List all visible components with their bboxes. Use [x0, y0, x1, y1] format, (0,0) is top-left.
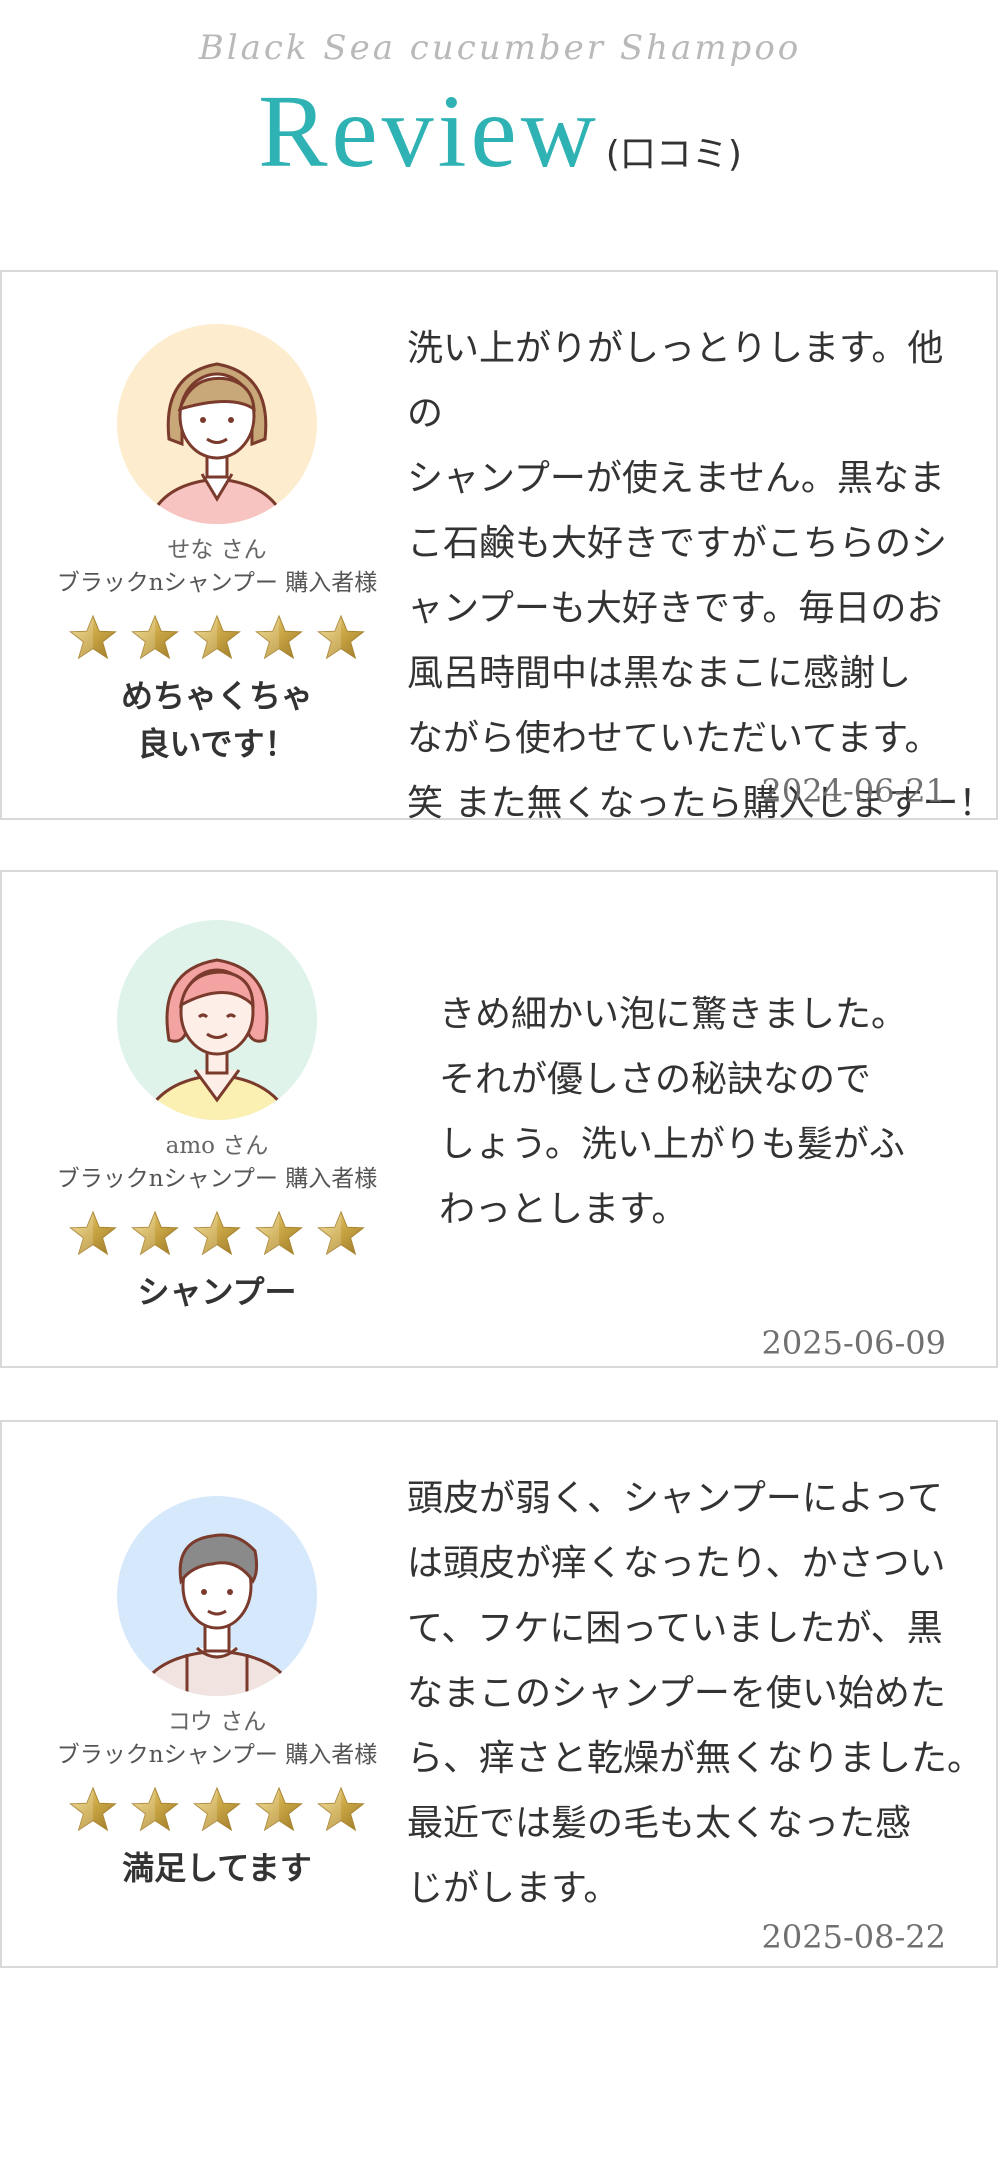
review-text-line: きめ細かい泡に驚きました。: [439, 994, 908, 1035]
page-header: Black Sea cucumber Shampoo Review (口コミ): [0, 0, 1000, 230]
page-title: Review: [258, 74, 600, 189]
star-icon: [193, 1786, 241, 1834]
reviewer-info: amo さん ブラックnシャンプー 購入者様 シャンプー: [42, 920, 392, 1316]
review-text-line: 風呂時間中は黒なまこに感謝し: [407, 653, 912, 694]
star-icon: [317, 1786, 365, 1834]
review-text-line: ながら使わせていただいてます。: [407, 718, 941, 759]
review-text: きめ細かい泡に驚きました。 それが優しさの秘訣なので しょう。洗い上がりも髪がふ…: [439, 982, 979, 1242]
star-icon: [317, 614, 365, 662]
review-date: 2025-08-22: [761, 1918, 947, 1956]
star-icon: [131, 614, 179, 662]
review-text-line: ら、痒さと乾燥が無くなりました。: [407, 1738, 984, 1779]
title-row: Review (口コミ): [0, 72, 1000, 191]
review-text-line: じがします。: [407, 1868, 620, 1909]
buyer-label: ブラックnシャンプー 購入者様: [56, 1742, 378, 1768]
review-text-line: て、フケに困っていましたが、黒: [407, 1608, 943, 1649]
review-card: コウ さん ブラックnシャンプー 購入者様 満足してます 頭皮が弱く、シャンプー…: [0, 1420, 998, 1968]
star-icon: [69, 1786, 117, 1834]
star-icon: [131, 1786, 179, 1834]
review-headline: 満足してます: [42, 1844, 392, 1892]
review-text-line: シャンプーが使えません。黒なま: [407, 458, 945, 499]
review-text-line: 頭皮が弱く、シャンプーによって: [407, 1478, 944, 1519]
review-text-line: なまこのシャンプーを使い始めた: [407, 1673, 946, 1714]
product-subtitle: Black Sea cucumber Shampoo: [198, 28, 802, 68]
page-title-sub: (口コミ): [605, 134, 742, 175]
woman-blonde-hair-avatar-icon: [117, 324, 317, 524]
review-date: 2025-06-09: [761, 1324, 947, 1362]
review-headline: めちゃくちゃ 良いです！: [42, 672, 392, 768]
buyer-label: ブラックnシャンプー 購入者様: [56, 1166, 378, 1192]
woman-pink-hair-avatar-icon: [117, 920, 317, 1120]
review-text-line: 最近では髪の毛も太くなった感: [407, 1803, 912, 1844]
buyer-label: ブラックnシャンプー 購入者様: [56, 570, 378, 596]
review-text-line: それが優しさの秘訣なので: [439, 1059, 872, 1100]
reviewer-info: せな さん ブラックnシャンプー 購入者様 めちゃくちゃ 良いです！: [42, 324, 392, 768]
review-text-line: は頭皮が痒くなったり、かさつい: [407, 1543, 946, 1584]
review-text-line: 洗い上がりがしっとりします。他の: [407, 328, 944, 434]
star-icon: [193, 614, 241, 662]
star-icon: [69, 614, 117, 662]
star-rating: [42, 614, 392, 662]
review-text-line: わっとします。: [439, 1189, 688, 1230]
star-icon: [255, 1210, 303, 1258]
review-headline-line: めちゃくちゃ: [120, 677, 313, 715]
review-headline: シャンプー: [42, 1268, 392, 1316]
review-headline-line: シャンプー: [137, 1273, 297, 1311]
reviewer-info: コウ さん ブラックnシャンプー 購入者様 満足してます: [42, 1496, 392, 1892]
review-text-line: しょう。洗い上がりも髪がふ: [439, 1124, 905, 1165]
star-icon: [317, 1210, 365, 1258]
review-text-line: ャンプーも大好きです。毎日のお: [407, 588, 943, 629]
review-text-line: こ石鹸も大好きですがこちらのシ: [407, 523, 948, 564]
man-gray-hair-avatar-icon: [117, 1496, 317, 1696]
reviewer-name: せな さん: [167, 537, 267, 563]
review-text: 頭皮が弱く、シャンプーによって は頭皮が痒くなったり、かさつい て、フケに困って…: [407, 1466, 987, 1921]
reviewer-name: コウ さん: [167, 1709, 267, 1735]
star-rating: [42, 1210, 392, 1258]
reviewer-name: amo さん: [165, 1133, 269, 1159]
star-icon: [69, 1210, 117, 1258]
star-icon: [193, 1210, 241, 1258]
star-icon: [131, 1210, 179, 1258]
review-card: せな さん ブラックnシャンプー 購入者様 めちゃくちゃ 良いです！ 洗い上がり…: [0, 270, 998, 824]
star-icon: [255, 614, 303, 662]
star-rating: [42, 1786, 392, 1834]
review-headline-line: 良いです！: [137, 725, 297, 763]
review-headline-line: 満足してます: [122, 1849, 312, 1887]
star-icon: [255, 1786, 303, 1834]
review-card: amo さん ブラックnシャンプー 購入者様 シャンプー きめ細かい泡に驚きまし…: [0, 870, 998, 1368]
review-text: 洗い上がりがしっとりします。他の シャンプーが使えません。黒なま こ石鹸も大好き…: [407, 316, 994, 836]
review-date: 2024-06-21: [761, 772, 947, 810]
